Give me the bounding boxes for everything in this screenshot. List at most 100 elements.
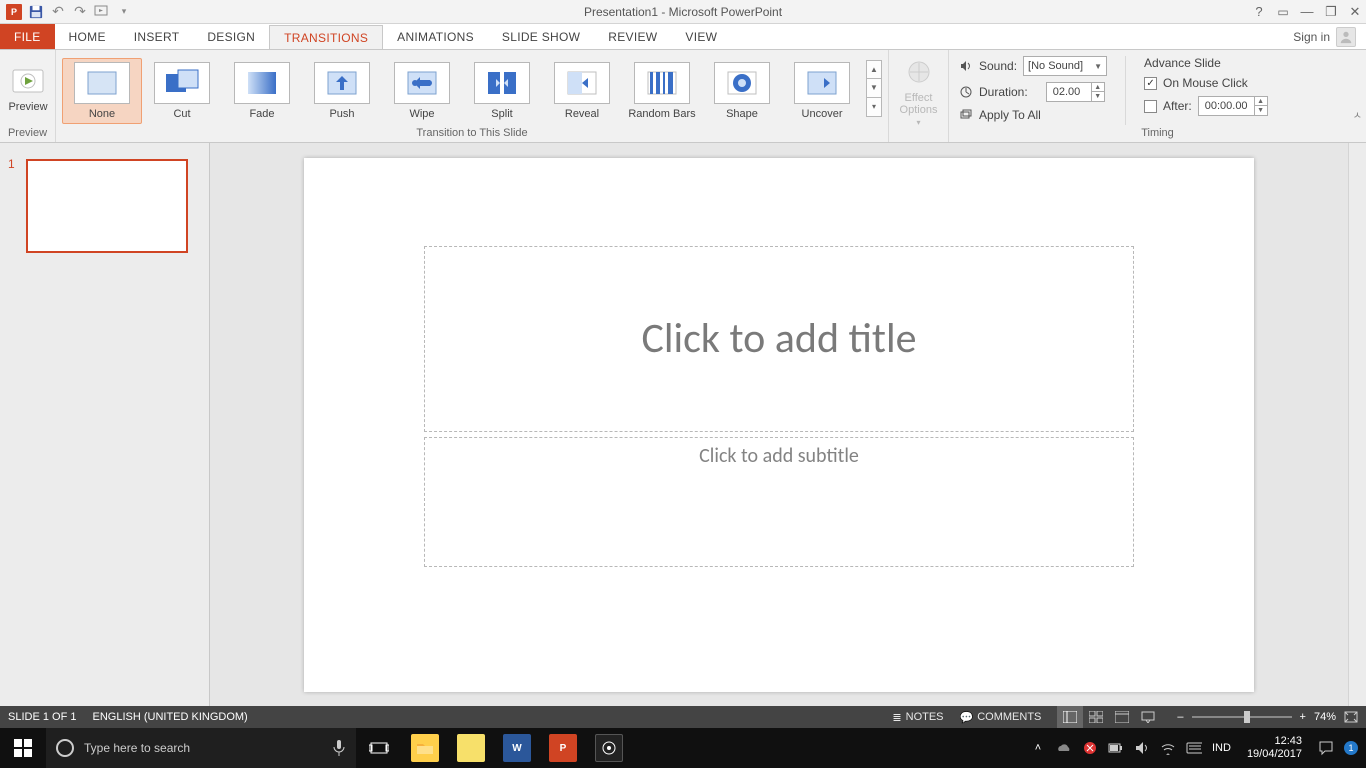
save-button[interactable] xyxy=(26,2,46,22)
taskbar-app-generic[interactable] xyxy=(586,728,632,768)
taskbar-app-stickynotes[interactable] xyxy=(448,728,494,768)
duration-input[interactable]: 02.00▲▼ xyxy=(1046,82,1105,102)
tray-clock[interactable]: 12:43 19/04/2017 xyxy=(1241,735,1308,761)
tray-keyboard-icon[interactable] xyxy=(1186,740,1202,756)
transition-cut-thumb xyxy=(154,62,210,104)
main-area: 1 Click to add title Click to add subtit… xyxy=(0,143,1366,706)
transition-none[interactable]: None xyxy=(62,58,142,124)
slideshow-view-button[interactable] xyxy=(1135,706,1161,728)
tray-language[interactable]: IND xyxy=(1212,742,1231,754)
transition-split[interactable]: Split xyxy=(462,58,542,124)
tray-badge: 1 xyxy=(1344,741,1358,755)
signin-button[interactable]: Sign in xyxy=(1283,24,1366,49)
after-label: After: xyxy=(1163,99,1192,113)
transition-random-bars[interactable]: Random Bars xyxy=(622,58,702,124)
zoom-out-button[interactable]: – xyxy=(1177,711,1183,723)
on-mouse-click-checkbox[interactable]: ✓ xyxy=(1144,77,1157,90)
transition-shape[interactable]: Shape xyxy=(702,58,782,124)
zoom-in-button[interactable]: + xyxy=(1300,711,1306,723)
undo-button[interactable]: ↶ xyxy=(48,2,68,22)
zoom-slider[interactable] xyxy=(1192,716,1292,718)
slide-canvas[interactable]: Click to add title Click to add subtitle xyxy=(304,158,1254,692)
action-center-icon[interactable] xyxy=(1318,740,1334,756)
after-spin-down[interactable]: ▼ xyxy=(1255,106,1267,115)
task-view-button[interactable] xyxy=(356,728,402,768)
after-spin-up[interactable]: ▲ xyxy=(1255,97,1267,106)
after-checkbox[interactable] xyxy=(1144,100,1157,113)
taskbar-app-powerpoint[interactable]: P xyxy=(540,728,586,768)
help-button[interactable]: ? xyxy=(1250,4,1268,19)
status-bar: SLIDE 1 OF 1 ENGLISH (UNITED KINGDOM) ≣N… xyxy=(0,706,1366,728)
zoom-handle[interactable] xyxy=(1244,711,1250,723)
slide-sorter-button[interactable] xyxy=(1083,706,1109,728)
slide-editor[interactable]: Click to add title Click to add subtitle xyxy=(210,143,1348,706)
tab-animations[interactable]: ANIMATIONS xyxy=(383,24,488,49)
gallery-scroll-down[interactable]: ▼ xyxy=(866,79,882,98)
mic-icon[interactable] xyxy=(332,739,346,757)
tab-view[interactable]: VIEW xyxy=(671,24,731,49)
tab-slideshow[interactable]: SLIDE SHOW xyxy=(488,24,594,49)
tab-design[interactable]: DESIGN xyxy=(193,24,269,49)
reading-view-button[interactable] xyxy=(1109,706,1135,728)
comments-button[interactable]: 💬COMMENTS xyxy=(960,711,1042,724)
tab-transitions[interactable]: TRANSITIONS xyxy=(269,25,383,50)
zoom-level[interactable]: 74% xyxy=(1314,711,1336,723)
title-placeholder[interactable]: Click to add title xyxy=(424,246,1134,432)
tab-insert[interactable]: INSERT xyxy=(120,24,194,49)
qat-more-icon[interactable]: ▾ xyxy=(114,2,134,22)
tray-volume-icon[interactable] xyxy=(1134,740,1150,756)
fit-to-window-button[interactable] xyxy=(1344,711,1358,723)
preview-icon xyxy=(12,65,44,97)
duration-spin-down[interactable]: ▼ xyxy=(1092,92,1104,101)
status-language[interactable]: ENGLISH (UNITED KINGDOM) xyxy=(92,711,247,723)
comments-icon: 💬 xyxy=(960,711,974,724)
on-mouse-click-label: On Mouse Click xyxy=(1163,76,1248,90)
transition-wipe[interactable]: Wipe xyxy=(382,58,462,124)
gallery-scroll-up[interactable]: ▲ xyxy=(866,60,882,79)
transition-reveal[interactable]: Reveal xyxy=(542,58,622,124)
transition-cut[interactable]: Cut xyxy=(142,58,222,124)
tray-power-icon[interactable] xyxy=(1108,740,1124,756)
restore-button[interactable]: ❐ xyxy=(1322,4,1340,20)
apply-all-icon xyxy=(959,108,973,122)
notes-button[interactable]: ≣NOTES xyxy=(892,711,943,724)
after-input[interactable]: 00:00.00▲▼ xyxy=(1198,96,1268,116)
tab-home[interactable]: HOME xyxy=(55,24,120,49)
collapse-ribbon-button[interactable]: ㅅ xyxy=(1353,107,1362,122)
redo-button[interactable]: ↷ xyxy=(70,2,90,22)
transition-split-label: Split xyxy=(491,108,512,120)
preview-button[interactable]: Preview xyxy=(6,54,50,125)
tab-review[interactable]: REVIEW xyxy=(594,24,671,49)
transition-fade[interactable]: Fade xyxy=(222,58,302,124)
tray-network-icon[interactable] xyxy=(1160,740,1176,756)
taskbar-app-word[interactable]: W xyxy=(494,728,540,768)
slide-thumbnails-pane[interactable]: 1 xyxy=(0,143,210,706)
close-button[interactable]: ✕ xyxy=(1346,4,1364,20)
duration-spin-up[interactable]: ▲ xyxy=(1092,83,1104,92)
tab-file[interactable]: FILE xyxy=(0,24,55,49)
transition-uncover-thumb xyxy=(794,62,850,104)
minimize-button[interactable]: — xyxy=(1298,4,1316,19)
transition-push[interactable]: Push xyxy=(302,58,382,124)
quick-access-toolbar: P ↶ ↷ ▾ xyxy=(0,2,134,22)
tray-onedrive-icon[interactable] xyxy=(1056,740,1072,756)
subtitle-placeholder[interactable]: Click to add subtitle xyxy=(424,437,1134,567)
start-button[interactable] xyxy=(0,728,46,768)
transition-uncover[interactable]: Uncover xyxy=(782,58,862,124)
gallery-more-button[interactable]: ▾ xyxy=(866,98,882,117)
tray-security-icon[interactable] xyxy=(1082,740,1098,756)
transition-shape-label: Shape xyxy=(726,108,758,120)
start-from-beginning-button[interactable] xyxy=(92,2,112,22)
app-icon: P xyxy=(4,2,24,22)
slide-thumbnail-1[interactable] xyxy=(26,159,188,253)
taskbar-app-explorer[interactable] xyxy=(402,728,448,768)
vertical-scrollbar[interactable] xyxy=(1348,143,1366,706)
title-placeholder-text: Click to add title xyxy=(641,313,916,364)
normal-view-button[interactable] xyxy=(1057,706,1083,728)
taskbar-search[interactable]: Type here to search xyxy=(46,728,356,768)
ribbon-options-button[interactable]: ▭ xyxy=(1274,5,1292,19)
tray-overflow-icon[interactable]: ˄ xyxy=(1030,740,1046,756)
group-preview: Preview Preview xyxy=(0,50,56,142)
apply-to-all-button[interactable]: Apply To All xyxy=(959,108,1107,122)
sound-combobox[interactable]: [No Sound]▼ xyxy=(1023,56,1107,76)
